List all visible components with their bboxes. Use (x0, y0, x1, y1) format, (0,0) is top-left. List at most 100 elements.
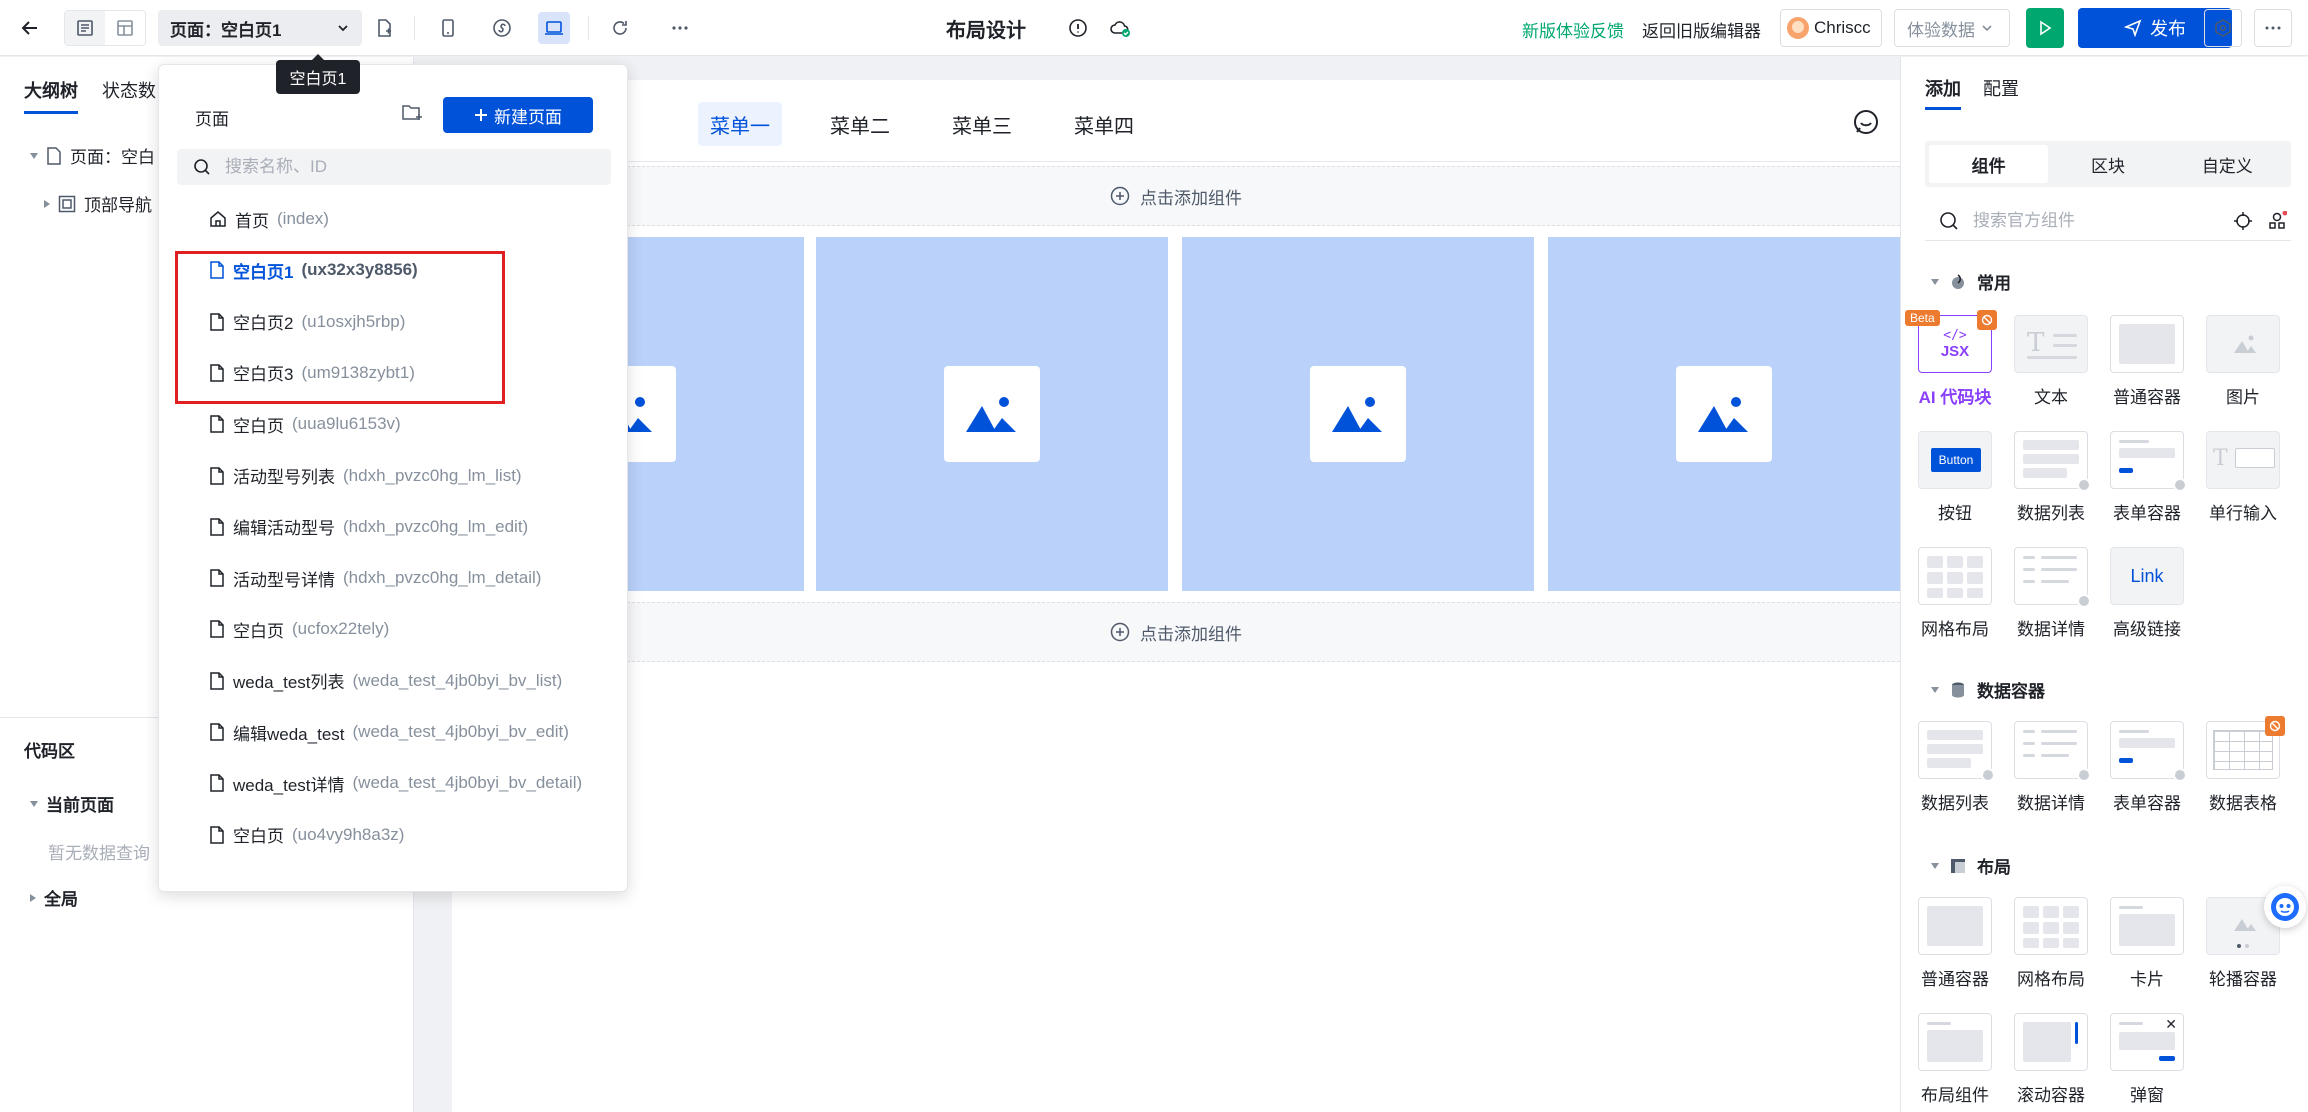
tab-outline[interactable]: 大纲树 (24, 77, 78, 103)
modal-icon: ✕ (2110, 1013, 2184, 1071)
top-navigation[interactable]: 菜单一 菜单二 菜单三 菜单四 (452, 80, 1900, 162)
menu-item[interactable]: 菜单二 (818, 102, 902, 146)
component-ai-code[interactable]: </> JSX Beta AI 代码块 (1905, 310, 1997, 408)
button-icon: Button (1918, 431, 1992, 489)
component-scroll-container[interactable]: 滚动容器 (2011, 1013, 2091, 1106)
component-market-icon[interactable] (2267, 210, 2287, 231)
tree-item-global[interactable]: 全局 (30, 885, 78, 910)
component-modal[interactable]: ✕ 弹窗 (2107, 1013, 2187, 1106)
image-component[interactable] (816, 237, 1168, 591)
component-label: 单行输入 (2209, 504, 2277, 523)
component-form-container[interactable]: 表单容器 (2107, 721, 2187, 814)
page-list-item[interactable]: weda_test列表 (weda_test_4jb0byi_bv_list) (209, 667, 562, 695)
tab-state[interactable]: 状态数 (102, 77, 156, 103)
mobile-icon[interactable] (432, 12, 464, 44)
page-list-item[interactable]: 空白页 (uo4vy9h8a3z) (209, 821, 404, 849)
grid-layout-icon (1918, 547, 1992, 605)
component-data-detail[interactable]: 数据详情 (2011, 547, 2091, 640)
component-data-list[interactable]: 数据列表 (2011, 431, 2091, 524)
page-id: (weda_test_4jb0byi_bv_list) (352, 670, 563, 690)
target-icon[interactable] (2233, 211, 2253, 231)
page-select[interactable]: 页面：空白页1 (158, 10, 362, 46)
database-icon (2173, 478, 2187, 492)
component-data-table[interactable]: 数据表格 (2203, 716, 2285, 814)
tab-add[interactable]: 添加 (1925, 75, 1961, 101)
more-icon[interactable] (2254, 9, 2292, 47)
component-image[interactable]: 图片 (2203, 315, 2283, 408)
data-select[interactable]: 体验数据 (1894, 9, 2010, 47)
image-component[interactable] (1182, 237, 1534, 591)
back-icon[interactable] (14, 12, 46, 44)
component-single-input[interactable]: T 单行输入 (2203, 431, 2283, 524)
tree-item-page[interactable]: 页面：空白 (30, 143, 155, 168)
segment-components[interactable]: 组件 (1929, 145, 2049, 183)
canvas-page: 菜单一 菜单二 菜单三 菜单四 点击添加组件 点击添加组件 (452, 80, 1900, 1112)
chat-icon[interactable] (1852, 108, 1880, 136)
user-chip[interactable]: Chriscc (1780, 9, 1882, 47)
component-grid-layout[interactable]: 网格布局 (2011, 897, 2091, 990)
component-layout[interactable]: 布局组件 (1915, 1013, 1995, 1106)
new-page-button[interactable]: 新建页面 (443, 97, 593, 133)
info-icon[interactable] (1062, 12, 1094, 44)
page-list-item[interactable]: 空白页 (uua9lu6153v) (209, 410, 401, 438)
tree-item-label: 顶部导航 (84, 196, 152, 215)
run-button[interactable] (2026, 8, 2064, 48)
tooltip: 空白页1 (276, 54, 360, 94)
more-icon[interactable] (664, 12, 696, 44)
tab-config[interactable]: 配置 (1983, 75, 2019, 101)
search-icon (1939, 211, 1959, 231)
menu-item[interactable]: 菜单四 (1062, 102, 1146, 146)
refresh-icon[interactable] (604, 12, 636, 44)
cloud-saved-icon[interactable] (1104, 12, 1136, 44)
page-list-item[interactable]: 首页 (index) (209, 205, 329, 233)
component-advanced-link[interactable]: Link 高级链接 (2107, 547, 2187, 640)
component-container[interactable]: 普通容器 (2107, 315, 2187, 408)
ai-assistant-icon[interactable] (2264, 886, 2306, 928)
add-component-zone[interactable]: 点击添加组件 (452, 602, 1900, 662)
mini-program-icon[interactable] (486, 12, 518, 44)
page-view-icon[interactable] (65, 11, 105, 45)
menu-item[interactable]: 菜单一 (698, 102, 782, 146)
page-list-item[interactable]: 活动型号列表 (hdxh_pvzc0hg_lm_list) (209, 462, 522, 490)
component-data-detail[interactable]: 数据详情 (2011, 721, 2091, 814)
chevron-down-icon (336, 21, 350, 35)
component-form-container[interactable]: 表单容器 (2107, 431, 2187, 524)
add-component-zone[interactable]: 点击添加组件 (452, 166, 1900, 226)
component-card[interactable]: 卡片 (2107, 897, 2187, 990)
tree-item-current-page[interactable]: 当前页面 (30, 791, 114, 816)
caret-down-icon (1931, 686, 1939, 693)
divider (588, 16, 589, 40)
page-list-item[interactable]: 活动型号详情 (hdxh_pvzc0hg_lm_detail) (209, 564, 541, 592)
page-list-item[interactable]: 空白页 (ucfox22tely) (209, 615, 389, 643)
section-data-container[interactable]: 数据容器 (1931, 677, 2045, 702)
tree-item-topnav[interactable]: 顶部导航 (44, 191, 152, 216)
page-name: 空白页 (233, 416, 284, 436)
settings-icon[interactable] (2204, 9, 2242, 47)
new-folder-icon[interactable] (401, 103, 423, 123)
page-list-item[interactable]: 编辑weda_test (weda_test_4jb0byi_bv_edit) (209, 718, 569, 746)
caret-right-icon (30, 893, 36, 902)
old-editor-link[interactable]: 返回旧版编辑器 (1642, 17, 1761, 42)
search-icon (193, 158, 211, 176)
component-container[interactable]: 普通容器 (1915, 897, 1995, 990)
menu-item[interactable]: 菜单三 (940, 102, 1024, 146)
segment-blocks[interactable]: 区块 (2048, 145, 2167, 183)
desktop-icon[interactable] (538, 12, 570, 44)
image-component[interactable] (1548, 237, 1900, 591)
component-label: 数据详情 (2017, 620, 2085, 639)
page-search-input[interactable] (225, 157, 585, 177)
page-list-item[interactable]: weda_test详情 (weda_test_4jb0byi_bv_detail) (209, 769, 582, 797)
layout-view-icon[interactable] (105, 11, 145, 45)
add-page-icon[interactable] (368, 12, 400, 44)
component-data-list[interactable]: 数据列表 (1915, 721, 1995, 814)
component-search-input[interactable] (1973, 210, 2213, 231)
component-text[interactable]: T 文本 (2011, 315, 2091, 408)
component-grid-layout[interactable]: 网格布局 (1915, 547, 1995, 640)
feedback-link[interactable]: 新版体验反馈 (1522, 17, 1624, 42)
page-list-item[interactable]: 编辑活动型号 (hdxh_pvzc0hg_lm_edit) (209, 513, 528, 541)
segment-custom[interactable]: 自定义 (2168, 145, 2287, 183)
section-layout[interactable]: 布局 (1931, 853, 2011, 878)
section-common[interactable]: 常用 (1931, 269, 2011, 294)
component-button[interactable]: Button 按钮 (1915, 431, 1995, 524)
database-icon (2077, 478, 2091, 492)
